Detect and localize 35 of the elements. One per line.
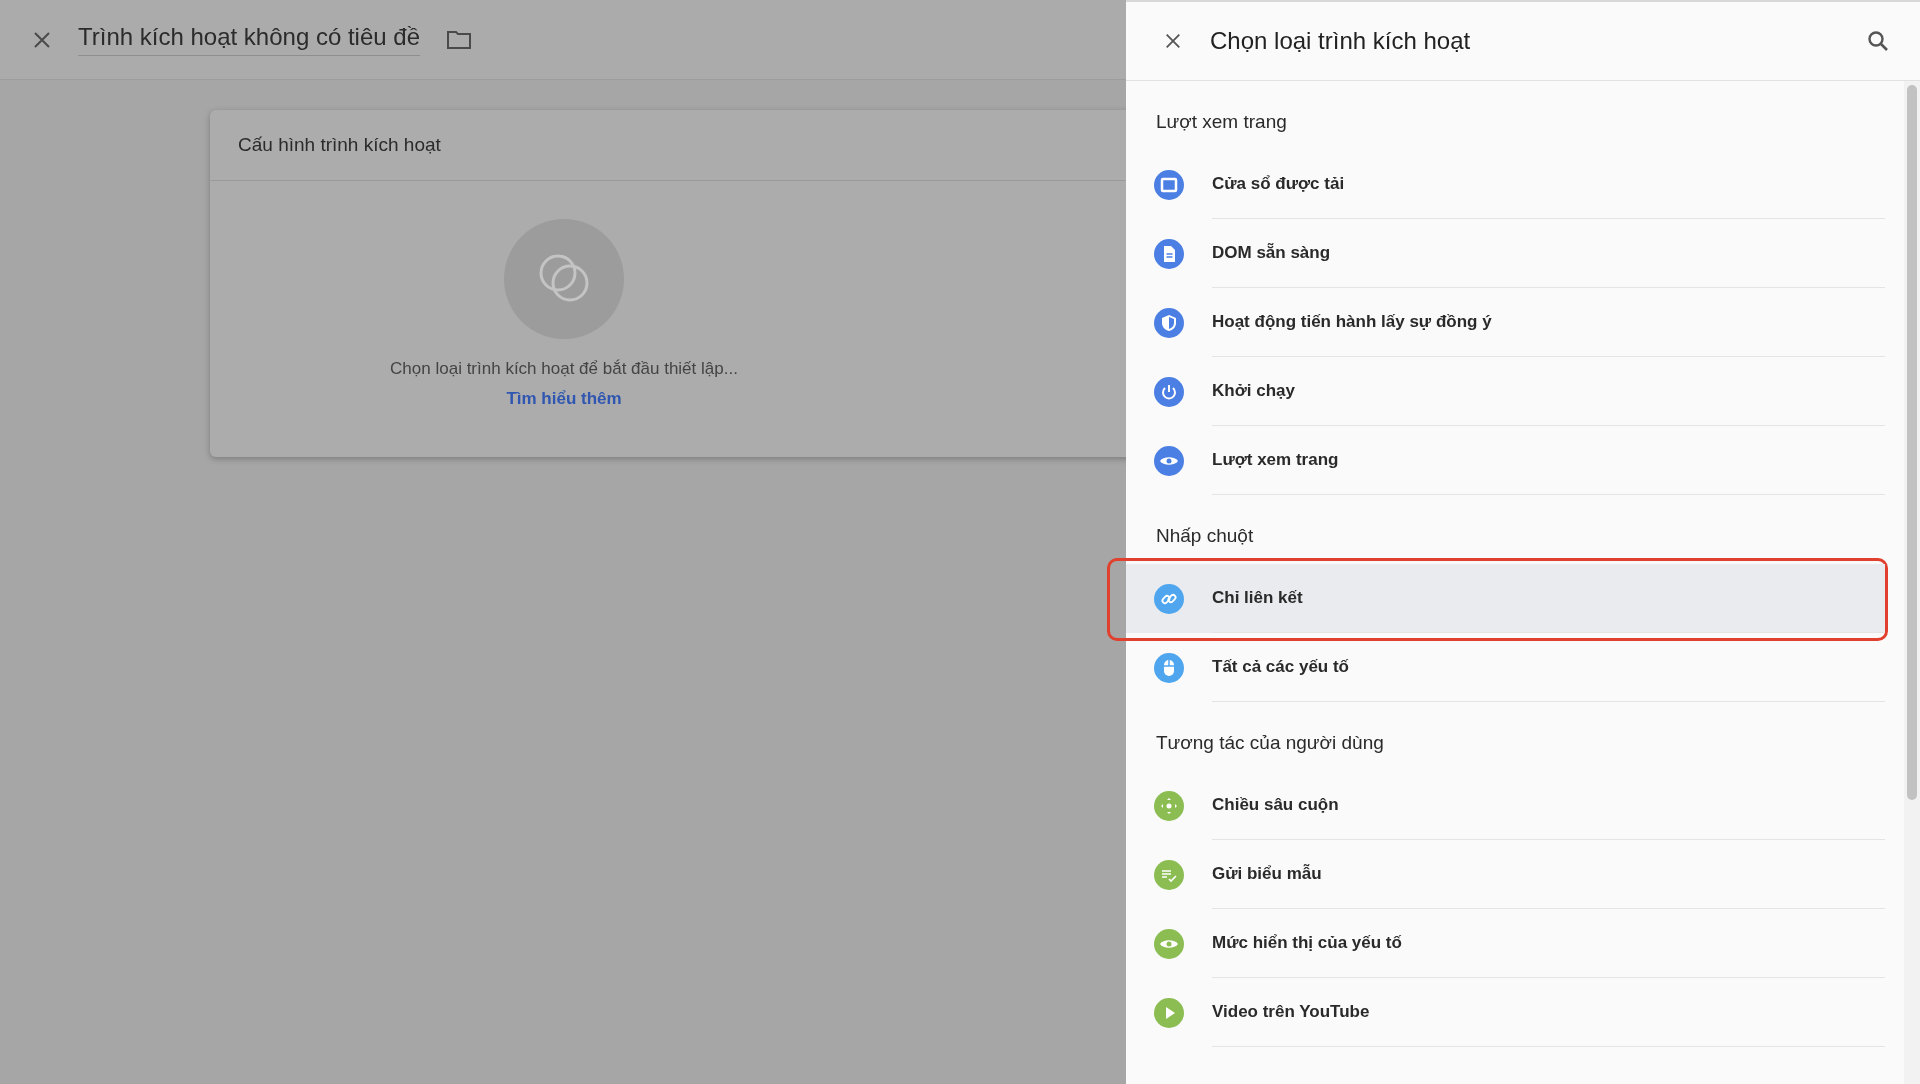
- trigger-type-item[interactable]: Tất cả các yếu tố: [1126, 633, 1885, 702]
- section-title: Lượt xem trang: [1156, 111, 1287, 132]
- close-icon: [1164, 32, 1182, 50]
- panel-title: Chọn loại trình kích hoạt: [1210, 27, 1472, 55]
- trigger-type-item[interactable]: Mức hiển thị của yếu tố: [1126, 909, 1885, 978]
- power-icon: [1154, 376, 1184, 407]
- trigger-placeholder-icon: [504, 219, 624, 339]
- trigger-type-item[interactable]: Hoạt động tiến hành lấy sự đồng ý: [1126, 288, 1885, 357]
- trigger-type-item[interactable]: Khởi chạy: [1126, 357, 1885, 426]
- trigger-type-item[interactable]: Video trên YouTube: [1126, 978, 1885, 1047]
- eye-icon: [1154, 445, 1184, 476]
- mouse-icon: [1154, 652, 1184, 683]
- search-icon: [1866, 29, 1890, 53]
- document-icon: [1154, 238, 1184, 269]
- trigger-type-item[interactable]: DOM sẵn sàng: [1126, 219, 1885, 288]
- trigger-type-item[interactable]: Cửa sổ được tải: [1126, 150, 1885, 219]
- close-icon: [32, 29, 52, 50]
- section-title: Tương tác của người dùng: [1156, 732, 1384, 753]
- trigger-type-item[interactable]: Chỉ liên kết: [1126, 564, 1885, 633]
- form-icon: [1154, 859, 1184, 890]
- empty-message: Chọn loại trình kích hoạt để bắt đầu thiết lập...: [390, 359, 738, 379]
- scrollbar-thumb[interactable]: [1907, 85, 1917, 800]
- shield-icon: [1154, 307, 1184, 338]
- window-icon: [1154, 169, 1184, 200]
- trigger-type-item[interactable]: Chiều sâu cuộn: [1126, 771, 1885, 840]
- move-icon: [1154, 790, 1184, 821]
- card-title: Cấu hình trình kích hoạt: [238, 134, 441, 156]
- section-title: Nhấp chuột: [1156, 525, 1254, 546]
- eye-icon: [1154, 928, 1184, 959]
- play-icon: [1154, 997, 1184, 1028]
- trigger-type-item[interactable]: Lượt xem trang: [1126, 426, 1885, 495]
- trigger-type-item[interactable]: Gửi biểu mẫu: [1126, 840, 1885, 909]
- link-icon: [1154, 583, 1184, 614]
- trigger-name-field[interactable]: Trình kích hoạt không có tiêu đề: [78, 23, 420, 56]
- folder-icon: [446, 28, 472, 51]
